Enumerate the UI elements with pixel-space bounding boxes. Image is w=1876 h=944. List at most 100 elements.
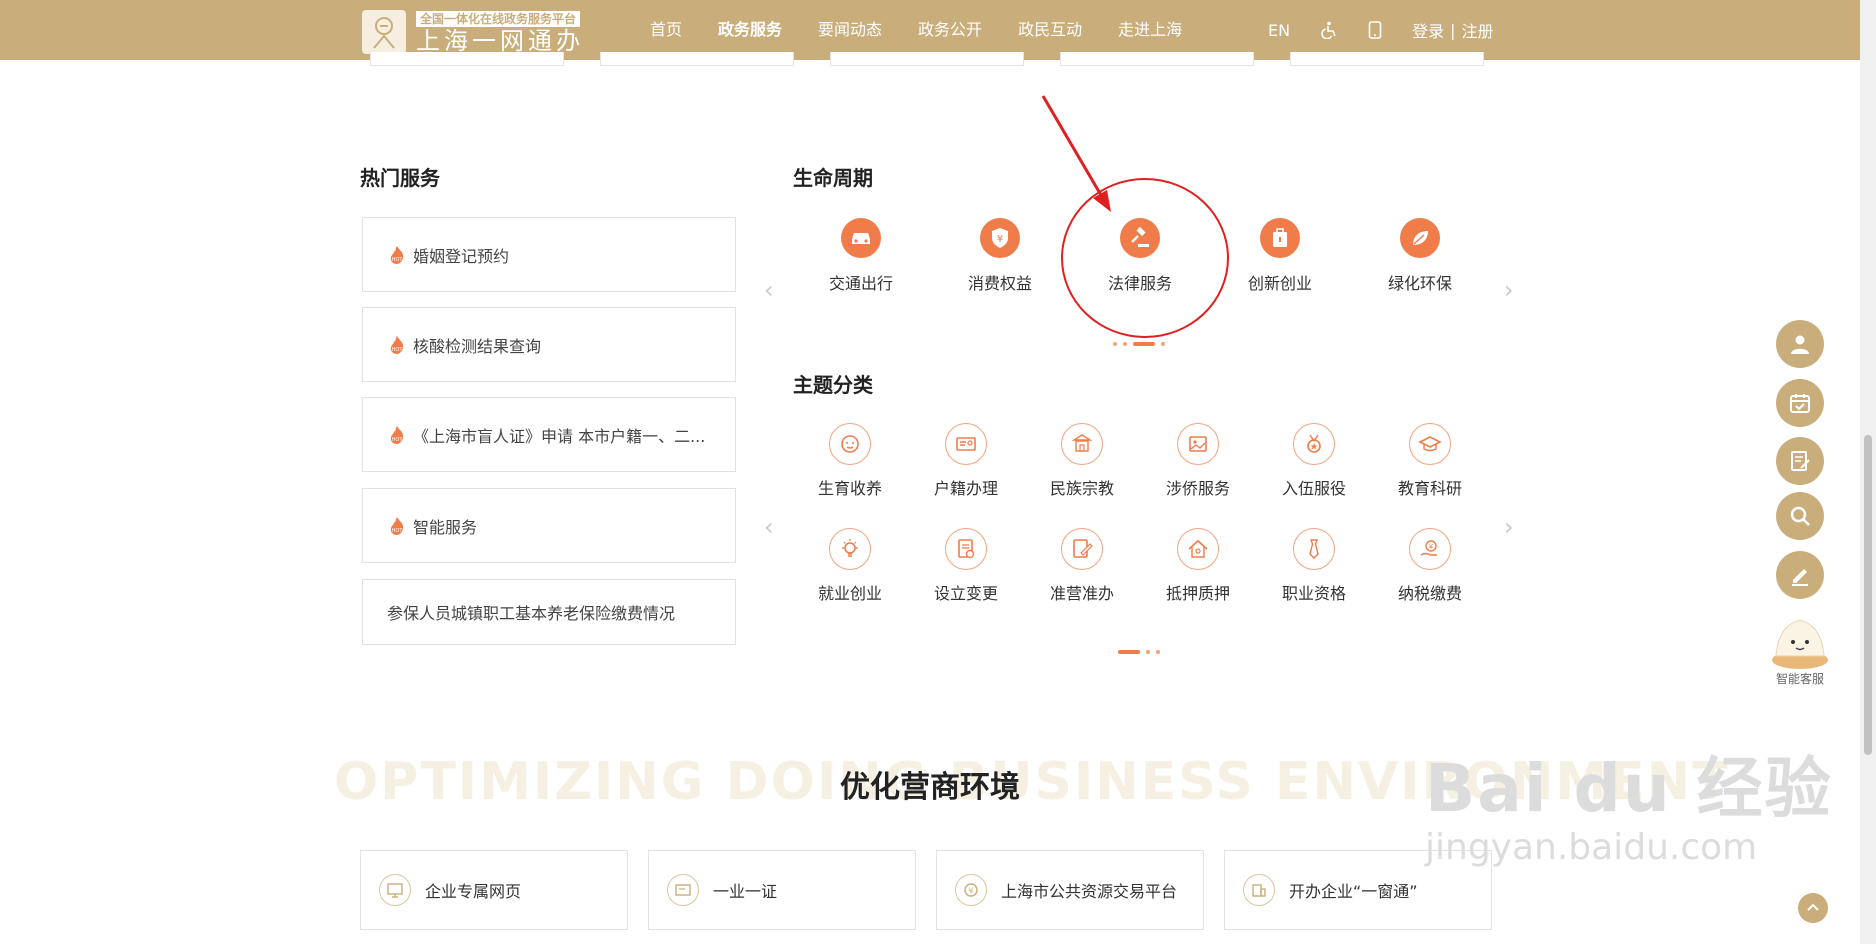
car-icon bbox=[841, 218, 881, 258]
nav-government-services[interactable]: 政务服务 bbox=[718, 0, 783, 60]
life-cycle-label: 绿化环保 bbox=[1387, 274, 1452, 293]
login-link[interactable]: 登录 bbox=[1412, 18, 1444, 42]
life-cycle-item-traffic[interactable]: 交通出行 bbox=[811, 218, 911, 294]
auth-separator: | bbox=[1450, 20, 1456, 40]
life-cycle-item-consumer[interactable]: ¥ 消费权益 bbox=[950, 218, 1050, 294]
pagination-dot[interactable] bbox=[1156, 650, 1160, 654]
theme-label: 准营准办 bbox=[1049, 584, 1114, 603]
register-link[interactable]: 注册 bbox=[1461, 18, 1493, 42]
hot-service-item[interactable]: HOT 核酸检测结果查询 bbox=[362, 307, 736, 382]
edit-note-icon[interactable] bbox=[1776, 437, 1824, 485]
life-cycle-prev-icon[interactable]: ‹ bbox=[764, 278, 774, 302]
site-logo[interactable]: 全国一体化在线政务服务平台 上海一网通办 bbox=[362, 8, 584, 55]
hot-flame-icon: HOT bbox=[390, 425, 404, 444]
hot-service-label: 智能服务 bbox=[413, 517, 478, 537]
hot-service-item[interactable]: HOT 《上海市盲人证》申请 本市户籍一、二... bbox=[362, 397, 736, 472]
hot-service-item[interactable]: 参保人员城镇职工基本养老保险缴费情况 bbox=[362, 579, 736, 645]
theme-item[interactable]: 设立变更 bbox=[916, 528, 1016, 604]
theme-item[interactable]: 准营准办 bbox=[1032, 528, 1132, 604]
theme-item[interactable]: 教育科研 bbox=[1380, 423, 1480, 499]
assistant-label[interactable]: 智能客服 bbox=[1768, 670, 1832, 687]
optimize-card[interactable]: ¥ 上海市公共资源交易平台 bbox=[936, 850, 1204, 930]
hot-service-item[interactable]: HOT 婚姻登记预约 bbox=[362, 217, 736, 292]
theme-label: 就业创业 bbox=[817, 584, 882, 603]
card-stub bbox=[1290, 52, 1484, 66]
pagination-dot[interactable] bbox=[1146, 650, 1150, 654]
page: 全国一体化在线政务服务平台 上海一网通办 首页 政务服务 要闻动态 政务公开 政… bbox=[0, 0, 1876, 944]
tax-hand-icon: ¥ bbox=[1409, 528, 1451, 570]
header-tools: EN 登录 | 注册 bbox=[1268, 0, 1494, 60]
theme-item[interactable]: 就业创业 bbox=[800, 528, 900, 604]
nav-about-shanghai[interactable]: 走进上海 bbox=[1118, 0, 1182, 60]
theme-label: 入伍服役 bbox=[1281, 479, 1346, 498]
theme-item[interactable]: 生育收养 bbox=[800, 423, 900, 499]
baidu-watermark: Bai du 经验 jingyan.baidu.com bbox=[1425, 735, 1833, 868]
nav-interaction[interactable]: 政民互动 bbox=[1018, 0, 1082, 60]
svg-text:HOT: HOT bbox=[392, 257, 404, 263]
svg-text:HOT: HOT bbox=[392, 347, 404, 353]
medal-icon bbox=[1293, 423, 1335, 465]
main-nav: 首页 政务服务 要闻动态 政务公开 政民互动 走进上海 bbox=[650, 0, 1218, 60]
scrollbar-thumb[interactable] bbox=[1864, 435, 1872, 755]
mobile-phone-icon[interactable] bbox=[1368, 21, 1382, 39]
assistant-bot-icon[interactable] bbox=[1770, 612, 1830, 670]
pagination-dot-active[interactable] bbox=[1118, 650, 1140, 654]
life-cycle-label: 消费权益 bbox=[967, 274, 1032, 293]
nav-news[interactable]: 要闻动态 bbox=[818, 0, 882, 60]
nav-public-affairs[interactable]: 政务公开 bbox=[918, 0, 982, 60]
document-refresh-icon bbox=[945, 528, 987, 570]
life-cycle-item-startup[interactable]: 创新创业 bbox=[1230, 218, 1330, 294]
temple-icon bbox=[1061, 423, 1103, 465]
optimize-card[interactable]: 企业专属网页 bbox=[360, 850, 628, 930]
search-icon[interactable] bbox=[1776, 492, 1824, 540]
certificate-icon bbox=[667, 874, 699, 906]
pagination-dot-active[interactable] bbox=[1133, 342, 1155, 346]
hot-service-item[interactable]: HOT 智能服务 bbox=[362, 488, 736, 563]
theme-item[interactable]: 涉侨服务 bbox=[1148, 423, 1248, 499]
house-icon bbox=[1177, 528, 1219, 570]
card-stub bbox=[370, 52, 564, 66]
theme-item[interactable]: 入伍服役 bbox=[1264, 423, 1364, 499]
themes-pagination bbox=[1118, 650, 1160, 654]
baby-face-icon bbox=[829, 423, 871, 465]
life-cycle-next-icon[interactable]: › bbox=[1504, 278, 1514, 302]
user-icon[interactable] bbox=[1776, 320, 1824, 368]
svg-text:HOT: HOT bbox=[392, 437, 404, 443]
hot-service-label: 婚姻登记预约 bbox=[413, 246, 510, 266]
nav-home[interactable]: 首页 bbox=[650, 0, 682, 60]
pen-icon[interactable] bbox=[1776, 551, 1824, 599]
accessibility-icon[interactable] bbox=[1320, 21, 1338, 39]
graduation-cap-icon bbox=[1409, 423, 1451, 465]
watermark-url: jingyan.baidu.com bbox=[1425, 827, 1758, 868]
theme-label: 生育收养 bbox=[817, 479, 882, 498]
theme-label: 民族宗教 bbox=[1049, 479, 1114, 498]
svg-text:¥: ¥ bbox=[968, 887, 973, 896]
themes-next-icon[interactable]: › bbox=[1504, 515, 1514, 539]
back-to-top-icon[interactable] bbox=[1798, 893, 1828, 923]
annotation-arrow-icon bbox=[1041, 95, 1111, 212]
theme-item[interactable]: 民族宗教 bbox=[1032, 423, 1132, 499]
themes-prev-icon[interactable]: ‹ bbox=[764, 515, 774, 539]
optimize-card[interactable]: 一业一证 bbox=[648, 850, 916, 930]
theme-item[interactable]: ¥ 纳税缴费 bbox=[1380, 528, 1480, 604]
life-cycle-label: 交通出行 bbox=[828, 274, 893, 293]
theme-item[interactable]: 抵押质押 bbox=[1148, 528, 1248, 604]
language-switch[interactable]: EN bbox=[1268, 21, 1290, 40]
optimize-card-label: 企业专属网页 bbox=[425, 882, 522, 901]
page-scrollbar[interactable] bbox=[1860, 0, 1876, 944]
hot-service-label: 《上海市盲人证》申请 本市户籍一、二... bbox=[413, 426, 706, 446]
pagination-dot[interactable] bbox=[1161, 342, 1165, 346]
pagination-dot[interactable] bbox=[1113, 342, 1117, 346]
theme-label: 设立变更 bbox=[933, 584, 998, 603]
theme-label: 纳税缴费 bbox=[1397, 584, 1462, 603]
card-stub bbox=[1060, 52, 1254, 66]
theme-label: 职业资格 bbox=[1281, 584, 1346, 603]
theme-item[interactable]: 户籍办理 bbox=[916, 423, 1016, 499]
monitor-icon bbox=[379, 874, 411, 906]
pagination-dot[interactable] bbox=[1123, 342, 1127, 346]
calendar-check-icon[interactable] bbox=[1776, 379, 1824, 427]
hot-flame-icon: HOT bbox=[390, 335, 404, 354]
life-cycle-item-green[interactable]: 绿化环保 bbox=[1370, 218, 1470, 294]
theme-item[interactable]: 职业资格 bbox=[1264, 528, 1364, 604]
life-cycle-title: 生命周期 bbox=[793, 166, 873, 190]
